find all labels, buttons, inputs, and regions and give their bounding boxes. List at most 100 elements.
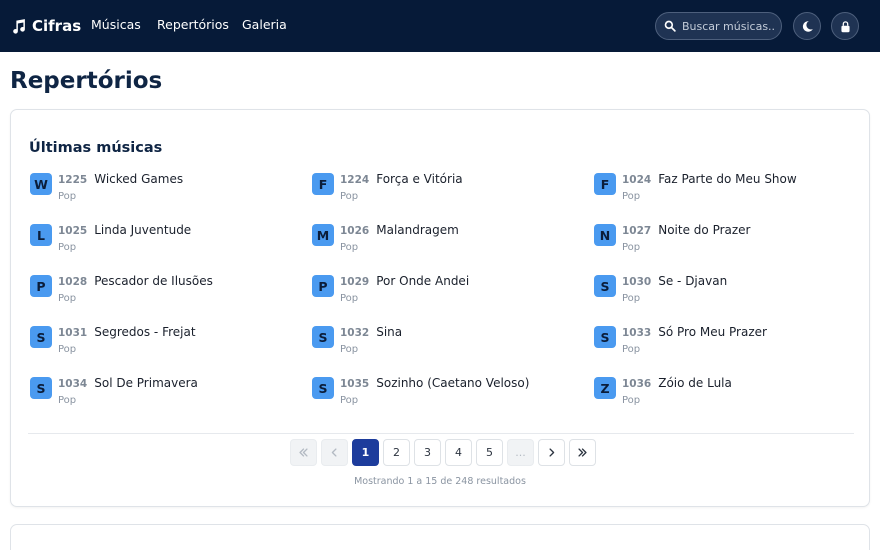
song-number: 1025 — [58, 225, 88, 237]
song-title[interactable]: Sina — [376, 325, 402, 339]
song-item[interactable]: S 1030 Se - Djavan Pop — [594, 272, 860, 323]
song-title[interactable]: Wicked Games — [94, 172, 183, 186]
first-page-button[interactable] — [290, 439, 317, 466]
song-number: 1034 — [58, 378, 88, 390]
search-input[interactable] — [682, 19, 774, 33]
song-letter-badge: P — [30, 275, 52, 297]
song-title[interactable]: Se - Djavan — [658, 274, 727, 288]
song-genre: Pop — [58, 344, 77, 355]
song-title[interactable]: Faz Parte do Meu Show — [658, 172, 796, 186]
song-genre: Pop — [340, 395, 359, 406]
login-button[interactable] — [831, 12, 859, 40]
song-item[interactable]: S 1032 Sina Pop — [312, 323, 594, 374]
brand-link[interactable]: Cifras — [10, 14, 81, 38]
song-line: 1026 Malandragem — [340, 223, 459, 237]
song-item[interactable]: L 1025 Linda Juventude Pop — [30, 221, 312, 272]
song-item[interactable]: F 1024 Faz Parte do Meu Show Pop — [594, 170, 860, 221]
song-number: 1033 — [622, 327, 652, 339]
song-line: 1225 Wicked Games — [58, 172, 183, 186]
song-genre: Pop — [58, 191, 77, 202]
next-page-button[interactable] — [538, 439, 565, 466]
song-item[interactable]: S 1034 Sol De Primavera Pop — [30, 374, 312, 425]
song-title[interactable]: Sozinho (Caetano Veloso) — [376, 376, 529, 390]
song-title[interactable]: Pescador de Ilusões — [94, 274, 213, 288]
song-title[interactable]: Sol De Primavera — [94, 376, 198, 390]
secondary-card — [10, 524, 870, 550]
search-icon — [664, 20, 676, 32]
song-genre: Pop — [622, 293, 641, 304]
page-button-3[interactable]: 3 — [414, 439, 441, 466]
song-genre: Pop — [58, 242, 77, 253]
song-title[interactable]: Por Onde Andei — [376, 274, 469, 288]
song-number: 1024 — [622, 174, 652, 186]
latest-songs-card: Últimas músicas W 1225 Wicked Games Pop F 122… — [10, 109, 870, 507]
song-line: 1029 Por Onde Andei — [340, 274, 469, 288]
song-genre: Pop — [340, 242, 359, 253]
song-title[interactable]: Zóio de Lula — [658, 376, 732, 390]
song-number: 1030 — [622, 276, 652, 288]
song-letter-badge: N — [594, 224, 616, 246]
song-letter-badge: P — [312, 275, 334, 297]
moon-icon — [802, 20, 813, 32]
song-info: 1034 Sol De Primavera Pop — [58, 376, 198, 406]
search-box[interactable] — [655, 12, 782, 40]
last-page-button[interactable] — [569, 439, 596, 466]
nav-link-galeria[interactable]: Galeria — [242, 17, 287, 32]
song-title[interactable]: Só Pro Meu Prazer — [658, 325, 767, 339]
song-info: 1031 Segredos - Frejat Pop — [58, 325, 196, 355]
nav-link-repertorios[interactable]: Repertórios — [157, 17, 229, 32]
song-line: 1028 Pescador de Ilusões — [58, 274, 213, 288]
navbar: Cifras Músicas Repertórios Galeria — [0, 0, 880, 52]
song-genre: Pop — [622, 395, 641, 406]
song-number: 1026 — [340, 225, 370, 237]
song-line: 1030 Se - Djavan — [622, 274, 727, 288]
song-item[interactable]: P 1029 Por Onde Andei Pop — [312, 272, 594, 323]
song-info: 1028 Pescador de Ilusões Pop — [58, 274, 213, 304]
song-genre: Pop — [340, 191, 359, 202]
song-number: 1036 — [622, 378, 652, 390]
song-letter-badge: F — [312, 173, 334, 195]
song-item[interactable]: S 1033 Só Pro Meu Prazer Pop — [594, 323, 860, 374]
song-genre: Pop — [340, 344, 359, 355]
song-item[interactable]: N 1027 Noite do Prazer Pop — [594, 221, 860, 272]
song-info: 1033 Só Pro Meu Prazer Pop — [622, 325, 767, 355]
page-button-2[interactable]: 2 — [383, 439, 410, 466]
music-note-icon — [13, 18, 25, 34]
song-title[interactable]: Malandragem — [376, 223, 459, 237]
song-item[interactable]: S 1031 Segredos - Frejat Pop — [30, 323, 312, 374]
page-button-4[interactable]: 4 — [445, 439, 472, 466]
song-letter-badge: S — [312, 326, 334, 348]
song-item[interactable]: M 1026 Malandragem Pop — [312, 221, 594, 272]
song-line: 1032 Sina — [340, 325, 402, 339]
song-genre: Pop — [58, 293, 77, 304]
page-button-1[interactable]: 1 — [352, 439, 379, 466]
song-title[interactable]: Força e Vitória — [376, 172, 462, 186]
song-genre: Pop — [340, 293, 359, 304]
double-chevron-left-icon — [299, 448, 308, 457]
prev-page-button[interactable] — [321, 439, 348, 466]
song-letter-badge: Z — [594, 377, 616, 399]
song-line: 1025 Linda Juventude — [58, 223, 191, 237]
brand-name: Cifras — [32, 17, 82, 35]
song-grid: W 1225 Wicked Games Pop F 1224 Força e Vitória… — [30, 170, 860, 425]
song-info: 1036 Zóio de Lula Pop — [622, 376, 732, 406]
song-item[interactable]: W 1225 Wicked Games Pop — [30, 170, 312, 221]
song-letter-badge: F — [594, 173, 616, 195]
theme-toggle-button[interactable] — [793, 12, 821, 40]
song-item[interactable]: S 1035 Sozinho (Caetano Veloso) Pop — [312, 374, 594, 425]
song-item[interactable]: F 1224 Força e Vitória Pop — [312, 170, 594, 221]
song-number: 1029 — [340, 276, 370, 288]
song-info: 1035 Sozinho (Caetano Veloso) Pop — [340, 376, 529, 406]
song-title[interactable]: Linda Juventude — [94, 223, 191, 237]
song-line: 1035 Sozinho (Caetano Veloso) — [340, 376, 529, 390]
song-title[interactable]: Noite do Prazer — [658, 223, 750, 237]
song-item[interactable]: Z 1036 Zóio de Lula Pop — [594, 374, 860, 425]
page-button-5[interactable]: 5 — [476, 439, 503, 466]
song-item[interactable]: P 1028 Pescador de Ilusões Pop — [30, 272, 312, 323]
song-title[interactable]: Segredos - Frejat — [94, 325, 195, 339]
nav-link-musicas[interactable]: Músicas — [91, 17, 141, 32]
song-letter-badge: S — [30, 326, 52, 348]
song-number: 1225 — [58, 174, 88, 186]
song-genre: Pop — [622, 344, 641, 355]
song-line: 1224 Força e Vitória — [340, 172, 463, 186]
